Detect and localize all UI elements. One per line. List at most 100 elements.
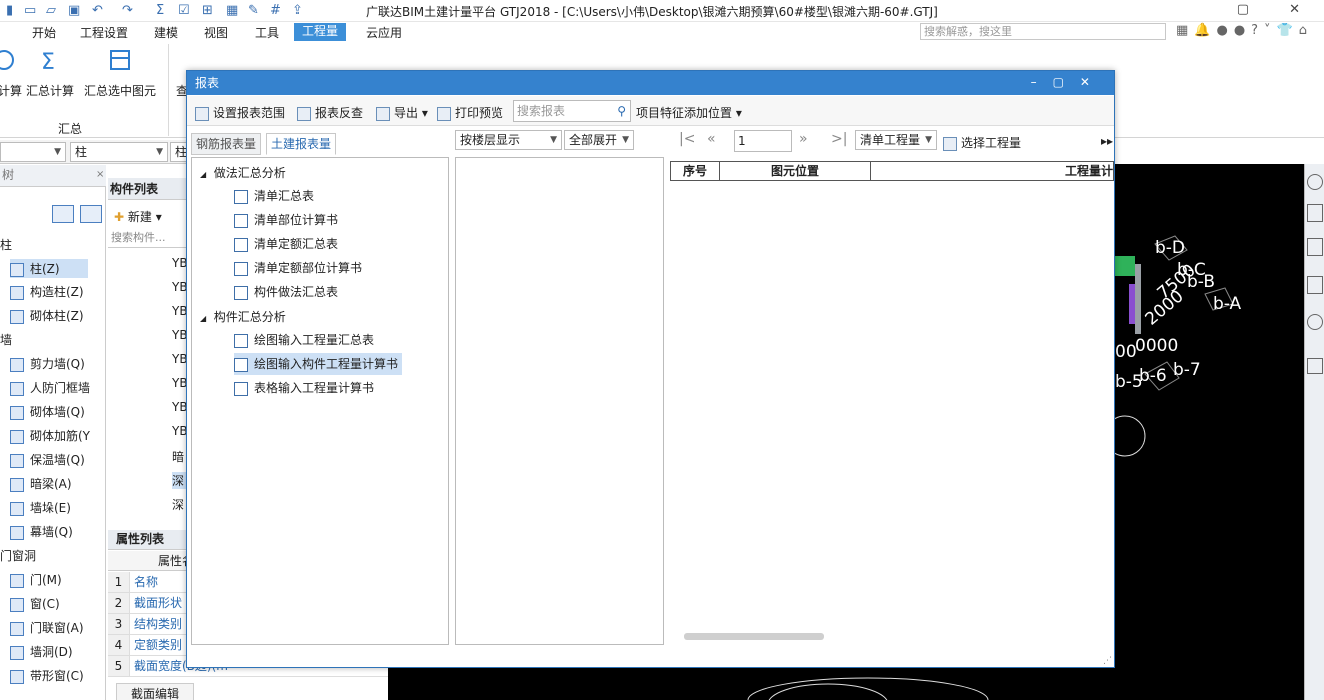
tab-civil-report[interactable]: 土建报表量 [266,133,337,155]
property-row[interactable]: 1 名称 [108,572,188,593]
set-range-button[interactable]: 设置报表范围 [195,104,285,121]
menu-start[interactable]: 开始 [32,24,56,41]
orbit-icon[interactable] [1307,174,1323,190]
tab-component-list[interactable]: 构件列表 [110,180,158,197]
property-row[interactable]: 4 定额类别 [108,635,188,656]
tree-item-bill-position[interactable]: 清单部位计算书 [234,209,342,231]
nav-item-construct-column[interactable]: 构造柱(Z) [10,283,84,300]
new-file-icon[interactable]: ▭ [24,3,36,18]
select-quantity-button[interactable]: 选择工程量 [943,134,1021,151]
nav-item-hidden-beam[interactable]: 暗梁(A) [10,475,72,492]
window-controls[interactable]: ▢ ✕ [1237,2,1318,17]
grid-view-icon[interactable] [80,205,102,223]
type-combo[interactable]: 柱 ▼ [70,142,168,162]
floor-combo[interactable]: ▼ [0,142,66,162]
nav-item-civil-defense-wall[interactable]: 人防门框墙 [10,379,90,396]
next-page-icon[interactable]: » [799,131,808,147]
tree-item-component-method[interactable]: 构件做法汇总表 [234,281,342,303]
component-search-input[interactable]: 搜索构件... [108,228,188,248]
reverse-check-button[interactable]: 报表反查 [297,104,363,121]
sum-calc-button[interactable]: 汇总计算 [26,82,74,99]
redo-icon[interactable]: ↷ [122,3,133,18]
category-columns[interactable]: 柱 [0,236,12,253]
rotate-icon[interactable] [1307,314,1323,330]
property-row[interactable]: 2 截面形状 [108,593,188,614]
nav-item-wall-hole[interactable]: 墙洞(D) [10,643,73,660]
nav-item-wall-pier[interactable]: 墙垛(E) [10,499,71,516]
component-row[interactable]: 深 [172,496,184,513]
box-icon[interactable] [1307,238,1323,256]
nav-item-masonry-wall[interactable]: 砌体墙(Q) [10,403,85,420]
menu-project-settings[interactable]: 工程设置 [80,24,128,41]
nav-item-door[interactable]: 门(M) [10,571,62,588]
tree-group-method[interactable]: ◢ 做法汇总分析 [200,164,286,181]
nav-item-strip-window[interactable]: 带形窗(C) [10,667,84,684]
tree-item-table-input[interactable]: 表格输入工程量计算书 [234,377,378,399]
nav-item-curtain-wall[interactable]: 幕墙(Q) [10,523,73,540]
page-number-input[interactable]: 1 [734,130,792,152]
tree-group-component[interactable]: ◢ 构件汇总分析 [200,308,286,325]
resize-grip-icon[interactable]: ⋰ [1103,656,1112,666]
new-component-button[interactable]: ✚ 新建 ▾ [114,208,162,225]
help-search-input[interactable]: 搜索解惑，搜这里 [920,23,1166,40]
tree-item-bill-summary[interactable]: 清单汇总表 [234,185,318,207]
cad-viewport[interactable]: b-D 7500 b-C b-B b-A 2000 00 0000 b-5 b-… [1115,164,1304,700]
add-position-button[interactable]: 项目特征添加位置 ▾ [636,104,742,121]
menu-quantity[interactable]: 工程量 [294,23,347,41]
list-view-icon[interactable] [52,205,74,223]
tab-rebar-report[interactable]: 钢筋报表量 [191,133,262,155]
grid-icon[interactable]: # [270,3,281,18]
first-page-icon[interactable]: |< [679,131,695,147]
report-search-input[interactable]: 搜索报表 ⚲ [513,100,631,122]
nav-item-column[interactable]: 柱(Z) [10,259,88,278]
menu-tools[interactable]: 工具 [255,24,279,41]
tree-item-drawing-summary[interactable]: 绘图输入工程量汇总表 [234,329,378,351]
tree-item-bill-quota-summary[interactable]: 清单定额汇总表 [234,233,342,255]
category-doors[interactable]: 门窗洞 [0,547,36,564]
tab-section-edit[interactable]: 截面编辑 [116,683,195,700]
prev-page-icon[interactable]: « [707,131,716,147]
calc-icon[interactable] [0,48,16,72]
plane-icon[interactable] [1307,276,1323,294]
floor-display-combo[interactable]: 按楼层显示 ▼ [455,130,562,150]
undo-icon[interactable]: ↶ [92,3,103,18]
user-icons[interactable]: ▦🔔●●?˅👕⌂ [1176,23,1313,38]
export-button[interactable]: 导出 ▾ [376,104,428,121]
component-row[interactable]: 暗 [172,448,184,465]
menu-view[interactable]: 视图 [204,24,228,41]
open-folder-icon[interactable]: ▱ [46,3,56,18]
category-walls[interactable]: 墙 [0,331,12,348]
view-cube-icon[interactable] [1307,204,1323,222]
tab-property-list[interactable]: 属性列表 [108,530,188,550]
component-row[interactable]: 深 [172,472,186,489]
sum-calc-icon[interactable]: Σ [38,48,62,72]
tree-item-drawing-component[interactable]: 绘图输入构件工程量计算书 [234,353,403,375]
calc-button[interactable]: 计算 [0,82,22,99]
expand-all-combo[interactable]: 全部展开 ▼ [564,130,634,150]
check-icon[interactable]: ☑ [178,3,190,18]
export-icon[interactable]: ⇪ [292,3,303,18]
tree-item-bill-quota-position[interactable]: 清单定额部位计算书 [234,257,366,279]
pen-icon[interactable]: ✎ [248,3,259,18]
more-icon[interactable]: ▸▸ [1101,134,1113,148]
property-row[interactable]: 3 结构类别 [108,614,188,635]
quantity-type-combo[interactable]: 清单工程量 ▼ [855,130,937,150]
dialog-window-controls[interactable]: –▢✕ [1031,75,1106,89]
nav-item-shear-wall[interactable]: 剪力墙(Q) [10,355,85,372]
sum-selected-button[interactable]: 汇总选中图元 [84,82,156,99]
sum-icon[interactable]: Σ [156,3,164,18]
nav-item-masonry-rebar[interactable]: 砌体加筋(Y [10,427,90,444]
menu-modeling[interactable]: 建模 [154,24,178,41]
print-preview-button[interactable]: 打印预览 [437,104,503,121]
save-icon[interactable]: ▣ [68,3,80,18]
horizontal-scrollbar[interactable] [684,633,824,640]
table-icon[interactable]: ▦ [226,3,238,18]
cad-viewport-bottom[interactable] [388,668,1115,700]
nav-item-window[interactable]: 窗(C) [10,595,60,612]
nav-item-door-window[interactable]: 门联窗(A) [10,619,84,636]
menu-cloud[interactable]: 云应用 [366,24,402,41]
layers-icon[interactable] [1307,358,1323,374]
last-page-icon[interactable]: >| [831,131,847,147]
nav-item-masonry-column[interactable]: 砌体柱(Z) [10,307,84,324]
nav-item-insulation-wall[interactable]: 保温墙(Q) [10,451,85,468]
